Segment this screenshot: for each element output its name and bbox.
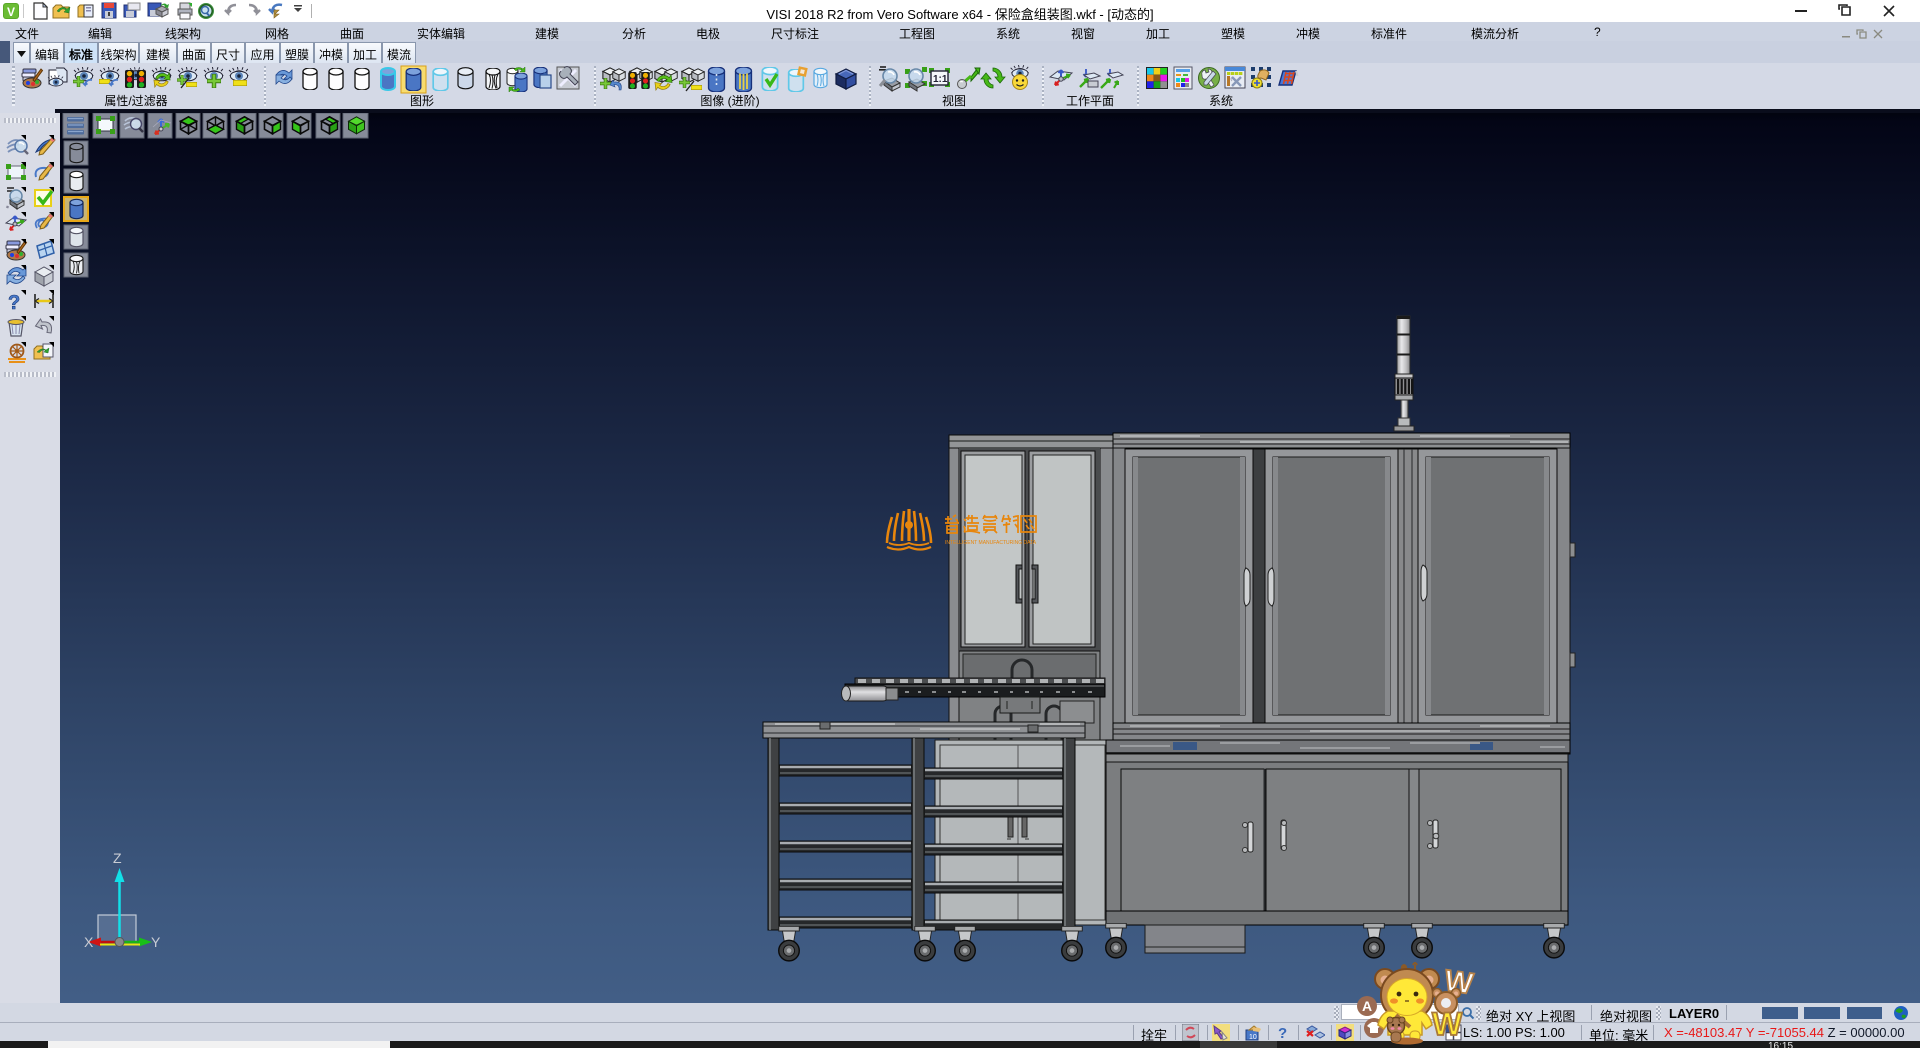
svg-text:1:1: 1:1 bbox=[933, 74, 948, 85]
svg-text:V: V bbox=[7, 5, 15, 19]
svg-text:?: ? bbox=[8, 292, 20, 314]
svg-text:Z: Z bbox=[113, 850, 122, 866]
svg-text:Y: Y bbox=[151, 934, 161, 950]
svg-text:10: 10 bbox=[1249, 1034, 1257, 1041]
svg-text:?: ? bbox=[1278, 1025, 1287, 1041]
svg-text:W: W bbox=[1432, 1006, 1463, 1042]
svg-text:X: X bbox=[84, 934, 94, 950]
svg-text:A: A bbox=[1362, 998, 1372, 1014]
svg-text:INTELLIGENT MANUFACTURING DATA: INTELLIGENT MANUFACTURING DATA bbox=[945, 540, 1037, 546]
